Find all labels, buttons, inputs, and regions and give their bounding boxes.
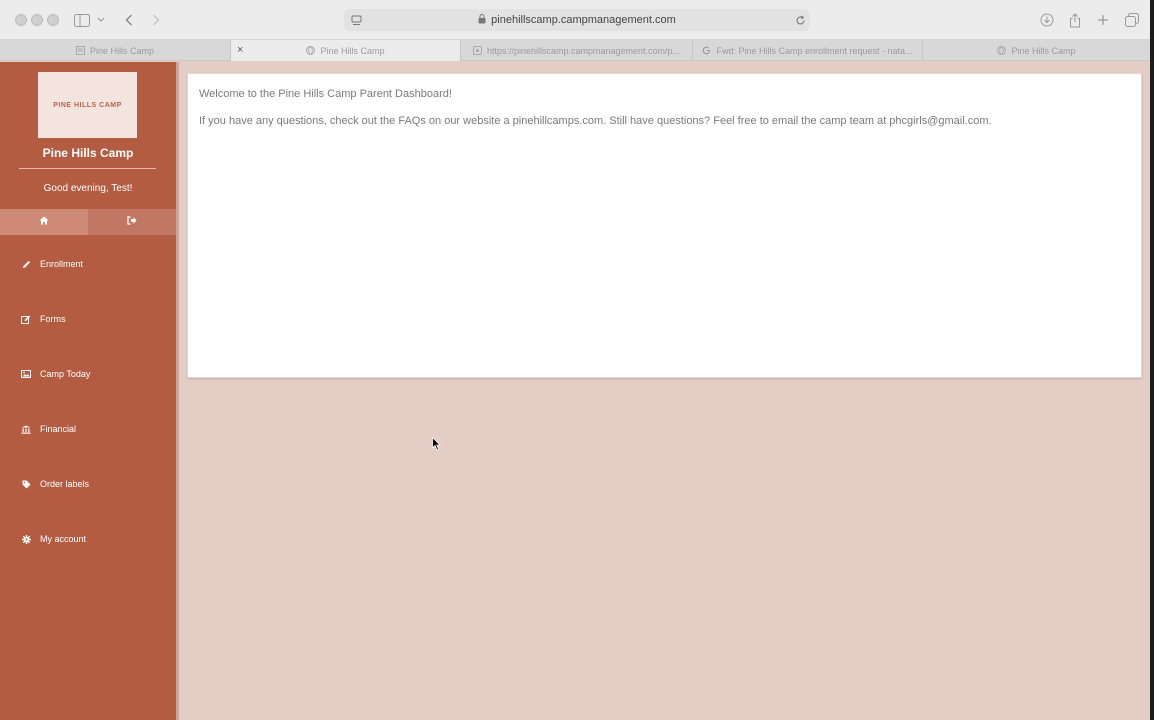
tab-overview-icon[interactable] xyxy=(1122,10,1142,30)
nav-label: Enrollment xyxy=(40,259,84,269)
camp-name: Pine Hills Camp xyxy=(42,146,134,160)
globe-icon xyxy=(306,46,316,55)
address-bar[interactable]: pinehillscamp.campmanagement.com xyxy=(344,9,810,31)
image-icon xyxy=(20,370,32,378)
new-tab-icon[interactable] xyxy=(1093,10,1113,30)
page-icon xyxy=(472,46,482,55)
tab-pine-hills-camp-3[interactable]: Pine Hills Camp xyxy=(923,40,1150,61)
sidebar-toggle-icon[interactable] xyxy=(72,10,92,30)
edit-form-icon xyxy=(20,315,32,324)
logout-button[interactable] xyxy=(88,209,176,235)
forward-icon[interactable] xyxy=(146,10,166,30)
page-settings-icon[interactable] xyxy=(346,10,366,30)
tab-label: Fwd: Pine Hills Camp enrollment request … xyxy=(716,45,913,56)
nav-my-account[interactable]: My account xyxy=(0,529,176,549)
nav-label: Camp Today xyxy=(40,369,91,379)
browser-toolbar: pinehillscamp.campmanagement.com xyxy=(0,0,1150,40)
tab-label: Pine Hills Camp xyxy=(1011,45,1076,56)
home-icon xyxy=(39,216,49,228)
url-text: pinehillscamp.campmanagement.com xyxy=(491,14,676,26)
tab-bar: Pine Hills Camp × Pine Hills Camp https:… xyxy=(0,40,1150,61)
bank-icon xyxy=(20,425,32,434)
close-window-button[interactable] xyxy=(15,14,27,26)
nav-camp-today[interactable]: Camp Today xyxy=(0,364,176,384)
mouse-cursor-icon xyxy=(432,436,441,456)
sidebar-icon-bar xyxy=(0,209,176,235)
welcome-text: Welcome to the Pine Hills Camp Parent Da… xyxy=(199,88,452,100)
pencil-icon xyxy=(20,260,32,269)
gear-icon xyxy=(20,534,32,544)
dashboard-welcome-card: Welcome to the Pine Hills Camp Parent Da… xyxy=(187,73,1142,378)
sidebar-edge xyxy=(176,62,179,720)
tab-gmail-fwd[interactable]: Fwd: Pine Hills Camp enrollment request … xyxy=(693,40,923,61)
nav-enrollment[interactable]: Enrollment xyxy=(0,254,176,274)
tab-pine-hills-camp-1[interactable]: Pine Hills Camp xyxy=(0,40,231,61)
tab-label: Pine Hills Camp xyxy=(320,45,385,56)
back-icon[interactable] xyxy=(119,10,139,30)
doc-icon xyxy=(75,46,85,55)
logo-text: PINE HILLS CAMP xyxy=(53,101,122,109)
nav-label: Financial xyxy=(40,424,77,434)
tab-pine-hills-camp-2[interactable]: × Pine Hills Camp xyxy=(231,40,461,61)
tab-label: https://pinehillscamp.campmanagement.com… xyxy=(486,45,681,56)
nav-label: Forms xyxy=(40,314,66,324)
downloads-icon[interactable] xyxy=(1037,10,1057,30)
browser-window: pinehillscamp.campmanagement.com Pine Hi… xyxy=(0,0,1150,720)
nav-label: Order labels xyxy=(40,479,90,489)
tag-icon xyxy=(20,480,32,489)
divider xyxy=(19,168,156,169)
zoom-window-button[interactable] xyxy=(47,14,59,26)
home-button[interactable] xyxy=(0,209,88,235)
faq-text: If you have any questions, check out the… xyxy=(199,115,992,127)
chevron-down-icon[interactable] xyxy=(94,10,108,30)
globe-icon xyxy=(997,46,1007,55)
close-tab-icon[interactable]: × xyxy=(237,44,243,56)
tab-label: Pine Hills Camp xyxy=(89,45,155,56)
logout-icon xyxy=(127,216,137,228)
sidebar: PINE HILLS CAMP Pine Hills Camp Good eve… xyxy=(0,62,176,720)
minimize-window-button[interactable] xyxy=(31,14,43,26)
lock-icon xyxy=(478,13,486,27)
nav-label: My account xyxy=(40,534,87,544)
reload-icon[interactable] xyxy=(790,10,810,30)
nav-order-labels[interactable]: Order labels xyxy=(0,474,176,494)
greeting: Good evening, Test! xyxy=(43,183,133,194)
google-icon xyxy=(702,46,711,55)
camp-logo[interactable]: PINE HILLS CAMP xyxy=(38,72,137,138)
nav-forms[interactable]: Forms xyxy=(0,309,176,329)
nav-financial[interactable]: Financial xyxy=(0,419,176,439)
tab-campmanagement-url[interactable]: https://pinehillscamp.campmanagement.com… xyxy=(461,40,693,61)
share-icon[interactable] xyxy=(1065,10,1085,30)
